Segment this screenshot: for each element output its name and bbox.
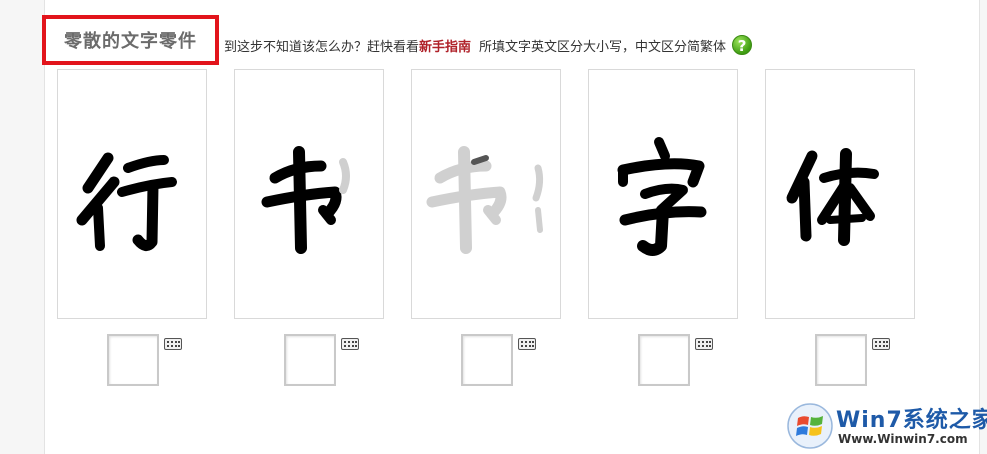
- glyph-card-2: [234, 69, 384, 319]
- instruction-line: 到这步不知道该怎么办？赶快看看 新手指南 所填文字英文区分大小写，中文区分简繁体…: [224, 35, 753, 55]
- watermark-brand: Win7系统之家: [836, 408, 987, 433]
- glyph-image-3: [426, 146, 544, 254]
- newbie-guide-link[interactable]: 新手指南: [419, 36, 471, 55]
- keyboard-icon[interactable]: [695, 338, 713, 350]
- glyph-input-2[interactable]: [284, 334, 336, 386]
- instruction-text: 到这步不知道该怎么办？赶快看看: [224, 39, 420, 55]
- glyph-image-1: [76, 152, 177, 251]
- keyboard-icon[interactable]: [164, 338, 182, 350]
- glyph-card-5: [765, 69, 915, 319]
- help-icon[interactable]: ?: [732, 35, 753, 55]
- glyph-input-3[interactable]: [461, 334, 513, 386]
- case-hint-text: 所填文字英文区分大小写，中文区分简繁体: [479, 39, 727, 55]
- keyboard-icon[interactable]: [518, 338, 536, 350]
- windows-logo-icon: [787, 403, 833, 449]
- glyph-image-4: [617, 137, 707, 256]
- glyph-image-5: [786, 148, 879, 246]
- section-title: 零散的文字零件: [64, 31, 197, 52]
- glyph-input-5[interactable]: [815, 334, 867, 386]
- site-watermark: Win7系统之家 Www.Winwin7.com: [786, 400, 987, 452]
- glyph-card-4: [588, 69, 738, 319]
- glyph-card-3: [411, 69, 561, 319]
- glyph-image-2: [261, 146, 350, 254]
- glyph-input-1[interactable]: [107, 334, 159, 386]
- section-header-box: 零散的文字零件: [42, 15, 219, 65]
- watermark-url: Www.Winwin7.com: [838, 432, 968, 446]
- glyph-card-1: [57, 69, 207, 319]
- glyph-input-4[interactable]: [638, 334, 690, 386]
- keyboard-icon[interactable]: [872, 338, 890, 350]
- keyboard-icon[interactable]: [341, 338, 359, 350]
